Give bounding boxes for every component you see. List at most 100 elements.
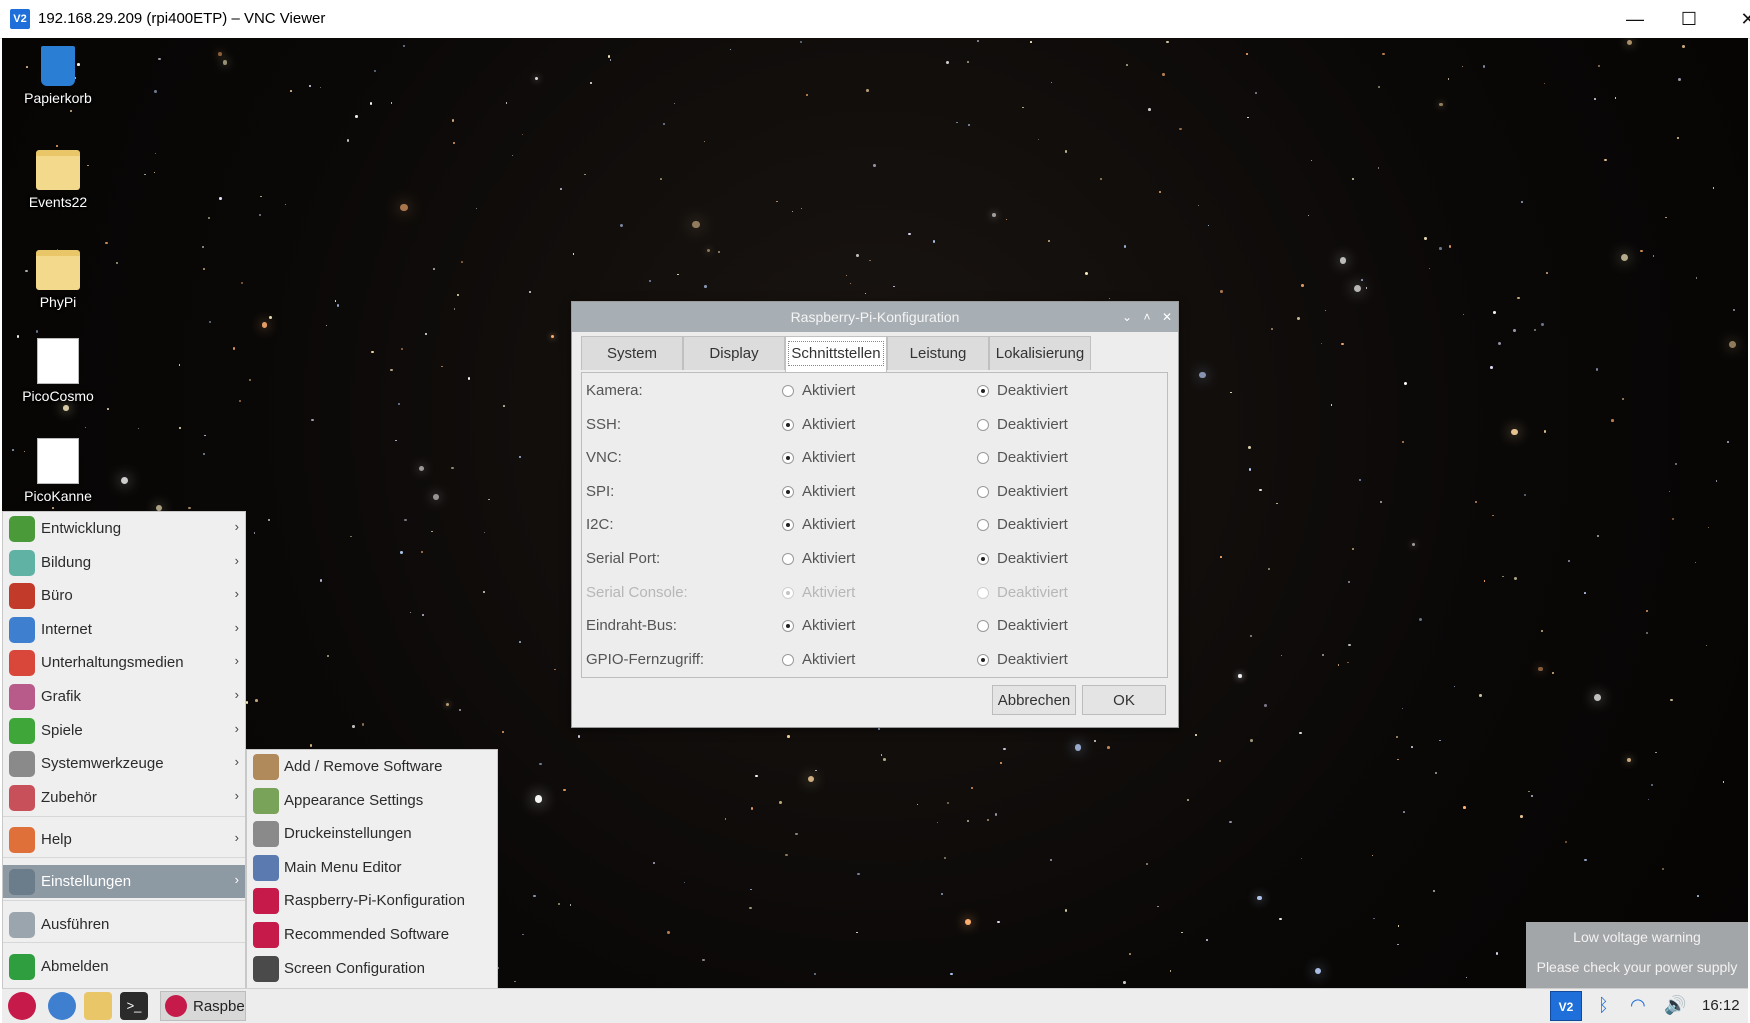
star — [459, 709, 461, 711]
star — [1380, 500, 1383, 503]
vnc-tray-icon[interactable]: V2 — [1550, 991, 1582, 1021]
star — [457, 294, 460, 297]
enable-radio[interactable]: Aktiviert — [782, 516, 855, 533]
minimize-button[interactable]: — — [1606, 0, 1664, 38]
tab-schnittstellen[interactable]: Schnittstellen — [785, 336, 887, 373]
menu-item-label: Entwicklung — [41, 520, 122, 537]
clock[interactable]: 16:12 — [1702, 997, 1740, 1014]
star — [1540, 322, 1544, 326]
volume-icon[interactable]: 🔊 — [1664, 995, 1686, 1016]
star — [390, 102, 393, 104]
star — [1197, 204, 1199, 207]
menu-item-abmelden[interactable]: Abmelden — [3, 950, 245, 983]
disable-radio[interactable]: Deaktiviert — [977, 550, 1068, 567]
desktop-icon-papierkorb[interactable]: Papierkorb — [8, 46, 108, 106]
star — [1682, 45, 1686, 49]
tab-system[interactable]: System — [581, 336, 683, 370]
cancel-button[interactable]: Abbrechen — [992, 685, 1076, 715]
desktop-icon-picokanne[interactable]: PicoKanne — [8, 438, 108, 504]
disable-radio[interactable]: Deaktiviert — [977, 382, 1068, 399]
file-manager-launcher-icon[interactable] — [84, 992, 112, 1020]
submenu-item-label: Main Menu Editor — [284, 858, 402, 876]
disable-radio[interactable]: Deaktiviert — [977, 516, 1068, 533]
star — [1733, 308, 1736, 312]
star — [260, 196, 262, 198]
star — [522, 134, 524, 136]
tab-lokalisierung[interactable]: Lokalisierung — [989, 336, 1091, 370]
submenu-item-screen-configuration[interactable]: Screen Configuration — [247, 952, 497, 985]
disable-radio[interactable]: Deaktiviert — [977, 449, 1068, 466]
dialog-close-button[interactable]: ✕ — [1157, 302, 1177, 332]
dialog-maximize-button[interactable]: ˄ — [1137, 302, 1157, 332]
star — [1584, 592, 1586, 594]
menu-item-zubehör[interactable]: Zubehör › — [3, 781, 245, 814]
submenu-item-label: Screen Configuration — [284, 959, 425, 977]
disable-radio[interactable]: Deaktiviert — [977, 651, 1068, 668]
document-icon — [37, 338, 79, 384]
star — [1341, 342, 1345, 346]
low-voltage-notification[interactable]: Low voltage warning Please check your po… — [1526, 922, 1748, 988]
star — [799, 41, 802, 44]
star — [1003, 747, 1006, 751]
close-button[interactable]: ✕ — [1689, 0, 1750, 38]
star — [749, 907, 752, 910]
enable-radio[interactable]: Aktiviert — [782, 617, 855, 634]
menu-item-bildung[interactable]: Bildung › — [3, 546, 245, 579]
menu-item-help[interactable]: Help › — [3, 823, 245, 856]
enable-radio[interactable]: Aktiviert — [782, 382, 855, 399]
dialog-titlebar[interactable]: Raspberry-Pi-Konfiguration ⌄ ˄ ✕ — [572, 302, 1178, 332]
enable-radio[interactable]: Aktiviert — [782, 651, 855, 668]
star — [1148, 108, 1152, 112]
star — [208, 321, 212, 324]
submenu-item-druckeinstellungen[interactable]: Druckeinstellungen — [247, 817, 497, 850]
disable-radio[interactable]: Deaktiviert — [977, 483, 1068, 500]
raspberry-menu-icon[interactable] — [8, 992, 36, 1020]
submenu-item-main-menu-editor[interactable]: Main Menu Editor — [247, 851, 497, 884]
star — [1483, 580, 1486, 582]
dialog-minimize-button[interactable]: ⌄ — [1117, 302, 1137, 332]
ok-button[interactable]: OK — [1082, 685, 1166, 715]
desktop-icon-events22[interactable]: Events22 — [8, 140, 108, 210]
interface-row: VNC: Aktiviert Deaktiviert — [582, 442, 1167, 472]
star — [1347, 580, 1351, 583]
wifi-icon[interactable]: ◠ — [1630, 995, 1646, 1016]
radio-label: Aktiviert — [802, 617, 856, 635]
enable-radio[interactable]: Aktiviert — [782, 416, 855, 433]
star — [1523, 493, 1526, 496]
disable-radio[interactable]: Deaktiviert — [977, 416, 1068, 433]
enable-radio[interactable]: Aktiviert — [782, 449, 855, 466]
tab-display[interactable]: Display — [683, 336, 785, 370]
menu-item-grafik[interactable]: Grafik › — [3, 680, 245, 713]
star — [893, 285, 895, 288]
submenu-item-raspberry-pi-konfiguration[interactable]: Raspberry-Pi-Konfiguration — [247, 884, 497, 917]
submenu-item-recommended-software[interactable]: Recommended Software — [247, 918, 497, 951]
disable-radio[interactable]: Deaktiviert — [977, 584, 1068, 601]
star — [677, 273, 680, 276]
menu-item-entwicklung[interactable]: Entwicklung › — [3, 512, 245, 545]
menu-item-ausführen[interactable]: Ausführen — [3, 908, 245, 941]
menu-item-systemwerkzeuge[interactable]: Systemwerkzeuge › — [3, 747, 245, 780]
enable-radio[interactable]: Aktiviert — [782, 483, 855, 500]
disable-radio[interactable]: Deaktiviert — [977, 617, 1068, 634]
star — [572, 253, 574, 255]
tab-leistung[interactable]: Leistung — [887, 336, 989, 370]
star — [1247, 446, 1251, 450]
desktop-icon-phypi[interactable]: PhyPi — [8, 240, 108, 310]
desktop-icon-picocosmo[interactable]: PicoCosmo — [8, 338, 108, 404]
menu-item-büro[interactable]: Büro › — [3, 579, 245, 612]
lifebuoy-icon — [9, 827, 35, 853]
submenu-item-appearance-settings[interactable]: Appearance Settings — [247, 784, 497, 817]
menu-item-internet[interactable]: Internet › — [3, 613, 245, 646]
terminal-launcher-icon[interactable]: >_ — [120, 992, 148, 1020]
browser-launcher-icon[interactable] — [48, 992, 76, 1020]
enable-radio[interactable]: Aktiviert — [782, 584, 855, 601]
menu-item-spiele[interactable]: Spiele › — [3, 714, 245, 747]
taskbar-window-button[interactable]: Raspber — [160, 991, 246, 1021]
menu-item-einstellungen[interactable]: Einstellungen › — [3, 865, 245, 898]
submenu-item-add-remove-software[interactable]: Add / Remove Software — [247, 750, 497, 783]
enable-radio[interactable]: Aktiviert — [782, 550, 855, 567]
menu-item-unterhaltungsmedien[interactable]: Unterhaltungsmedien › — [3, 646, 245, 679]
star — [1398, 925, 1400, 927]
star — [1249, 635, 1252, 638]
bluetooth-icon[interactable]: ᛒ — [1598, 995, 1609, 1016]
